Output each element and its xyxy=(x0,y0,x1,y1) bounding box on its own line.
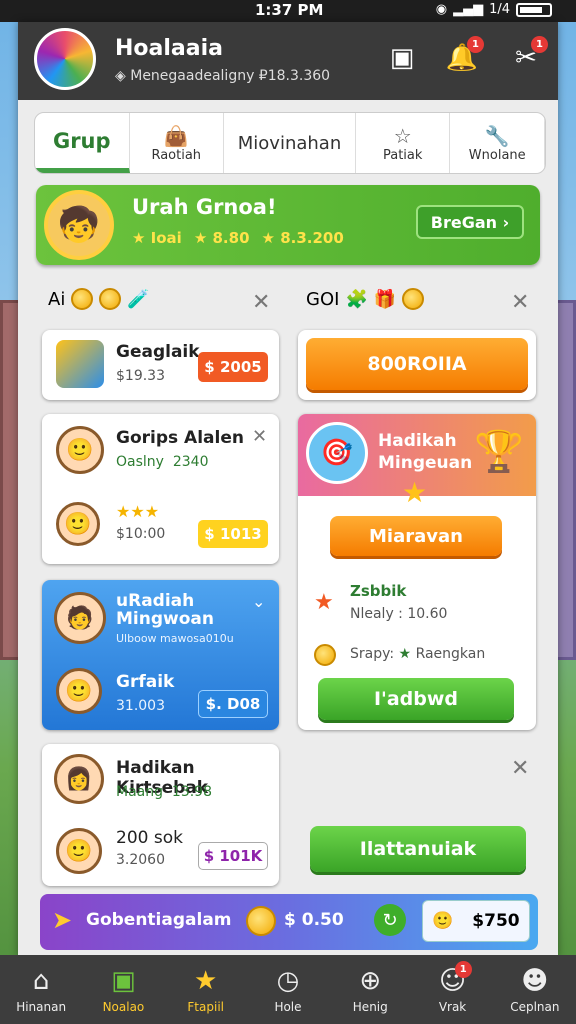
tools-icon[interactable]: ✂ 1 xyxy=(508,36,548,76)
nav-item-home[interactable]: ⌂ Hinanan xyxy=(0,955,82,1024)
offer-card-2[interactable]: 🙂 Gorips Alalen ✕ Oaslny 2340 🙂 ★★★ $10:… xyxy=(42,414,279,564)
avatar: 🙂 xyxy=(56,502,100,546)
nav-item-search[interactable]: ⊕ Henig xyxy=(329,955,411,1024)
offer-card-4[interactable]: 👩 Hadikan Kirtsebak Maang 13.98 🙂 200 so… xyxy=(42,744,279,886)
gift-icon[interactable]: ▣ xyxy=(384,40,420,76)
notification-badge: 1 xyxy=(531,36,548,53)
collect-button[interactable]: I'adbwd xyxy=(318,678,514,720)
status-icons: ◉ ▂▄▆ 1/4 xyxy=(436,2,552,17)
coin-icon xyxy=(99,288,122,310)
app-title: Hoalaaia xyxy=(115,36,223,61)
nav-item-clock[interactable]: ◷ Hole xyxy=(247,955,329,1024)
gift-icon: 🎁 xyxy=(373,288,397,310)
refresh-icon[interactable]: ↻ xyxy=(374,904,406,936)
reward-card: 🎯 Hadikah Mingeuan 🏆 ★ Miaravan ★ Zsbbik… xyxy=(298,414,536,730)
banner-stat-1: ★ Ioai xyxy=(132,229,182,247)
search-icon: ⊕ xyxy=(359,965,382,996)
star-icon: ★ xyxy=(402,476,428,509)
wrench-icon: 🔧 xyxy=(484,123,510,148)
close-icon[interactable]: ✕ xyxy=(511,756,529,781)
nav-item-profile[interactable]: ☻ Ceplnan xyxy=(494,955,576,1024)
claim-button[interactable]: 800ROIIA xyxy=(306,338,528,390)
wifi-icon: ◉ xyxy=(435,2,448,17)
promo-bar[interactable]: ➤ Gobentiagalam $ 0.50 ↻ 🙂 $750 xyxy=(40,894,538,950)
avatar: 🙂 xyxy=(56,426,104,474)
bottom-nav: ⌂ Hinanan ▣ Noalao ★ Ftapiil ◷ Hole ⊕ Henig ☺… xyxy=(0,955,576,1024)
arrow-icon: ➤ xyxy=(52,906,73,934)
featured-banner[interactable]: 🧒 Urah Grnoa! ★ Ioai ★ 8.80 ★ 8.3.200 Br… xyxy=(36,185,540,265)
star-icon: ★ xyxy=(314,590,334,615)
banner-stats: ★ Ioai ★ 8.80 ★ 8.3.200 xyxy=(132,229,344,247)
tab-wnolane[interactable]: 🔧 Wnolane xyxy=(450,113,545,173)
tab-bar: Grup 👜 Raotiah Miovinahan ☆ Patiak 🔧 Wno… xyxy=(34,112,546,174)
coin-icon xyxy=(314,644,336,666)
banner-stat-2: ★ 8.80 xyxy=(193,229,250,247)
banner-title: Urah Grnoa! xyxy=(132,195,277,219)
avatar[interactable] xyxy=(34,28,96,90)
banner-avatar: 🧒 xyxy=(44,190,114,260)
coin-icon xyxy=(71,288,94,310)
offer-card-3[interactable]: 🧑 uRadiah Mingwoan ⌄ Ulboow mawosa010u 🙂… xyxy=(42,580,279,730)
box-icon xyxy=(56,340,104,388)
notification-badge: 1 xyxy=(454,961,472,978)
bag-icon: 👜 xyxy=(163,123,189,148)
app-header: Hoalaaia ◈ Menegaadealigny ₽18.3.360 ▣ 🔔… xyxy=(18,22,558,100)
close-icon[interactable]: ✕ xyxy=(252,426,267,447)
tab-raotiah[interactable]: 👜 Raotiah xyxy=(130,113,225,173)
puzzle-icon: 🧩 xyxy=(345,288,368,310)
star-icon: ☆ xyxy=(393,123,412,148)
promo-label: Gobentiagalam xyxy=(86,910,232,930)
potion-icon: 🧪 xyxy=(127,288,150,310)
price-button[interactable]: $. D08 xyxy=(198,690,268,718)
tab-patiak[interactable]: ☆ Patiak xyxy=(356,113,451,173)
signal-icon: ▂▄▆ xyxy=(453,2,484,17)
action-button[interactable]: Ilattanuiak xyxy=(310,826,526,872)
coin-icon xyxy=(402,288,425,310)
coin-icon xyxy=(246,906,276,936)
close-icon[interactable]: ✕ xyxy=(511,290,529,315)
profile-icon: ☻ xyxy=(521,965,549,996)
banner-button[interactable]: BreGan › xyxy=(416,205,524,239)
tab-grup[interactable]: Grup xyxy=(35,113,130,173)
tag-icon: ◈ xyxy=(115,68,126,84)
right-section-header: GOI 🧩 🎁 xyxy=(306,288,425,310)
nav-item-trophy[interactable]: ★ Ftapiil xyxy=(165,955,247,1024)
status-time: 1:37 PM xyxy=(255,1,324,19)
trophy-icon: ★ xyxy=(194,965,218,996)
promo-price-button[interactable]: 🙂 $750 xyxy=(422,900,530,942)
battery-icon xyxy=(516,2,552,17)
price-button[interactable]: $ 1013 xyxy=(198,520,268,548)
tab-miovinahan[interactable]: Miovinahan xyxy=(224,113,356,173)
avatar: 🙂 xyxy=(56,668,102,714)
gift-icon: ▣ xyxy=(111,965,136,996)
reward-button[interactable]: Miaravan xyxy=(330,516,502,556)
left-section-header: Ai 🧪 xyxy=(48,288,150,310)
app-subtitle: ◈ Menegaadealigny ₽18.3.360 xyxy=(115,68,331,84)
banner-stat-3: ★ 8.3.200 xyxy=(261,229,344,247)
offer-card-1[interactable]: Geaglaik $19.33 $ 2005 xyxy=(42,330,279,400)
battery-label: 1/4 xyxy=(489,2,510,17)
reward-icon: 🎯 xyxy=(306,422,368,484)
avatar: 🧑 xyxy=(54,592,106,644)
avatar: 🙂 xyxy=(56,828,102,874)
status-bar: 1:37 PM ◉ ▂▄▆ 1/4 xyxy=(0,0,576,22)
avatar: 🙂 xyxy=(432,911,454,931)
avatar: 👩 xyxy=(54,754,104,804)
nav-item-gift[interactable]: ▣ Noalao xyxy=(82,955,164,1024)
price-button[interactable]: $ 2005 xyxy=(198,352,268,382)
home-icon: ⌂ xyxy=(32,965,50,996)
bell-icon[interactable]: 🔔 1 xyxy=(444,36,484,76)
close-icon[interactable]: ✕ xyxy=(252,290,270,315)
offer-card-right-1: 800ROIIA xyxy=(298,330,536,400)
app-frame: Hoalaaia ◈ Menegaadealigny ₽18.3.360 ▣ 🔔… xyxy=(18,22,558,957)
chevron-down-icon[interactable]: ⌄ xyxy=(252,592,265,611)
price-button[interactable]: $ 101K xyxy=(198,842,268,870)
rating-stars: ★★★ xyxy=(116,502,160,521)
clock-icon: ◷ xyxy=(276,965,300,996)
nav-item-person[interactable]: ☺ Vrak 1 xyxy=(411,955,493,1024)
trophy-icon: 🏆 xyxy=(474,429,524,475)
notification-badge: 1 xyxy=(467,36,484,53)
promo-amount: $ 0.50 xyxy=(284,910,344,930)
